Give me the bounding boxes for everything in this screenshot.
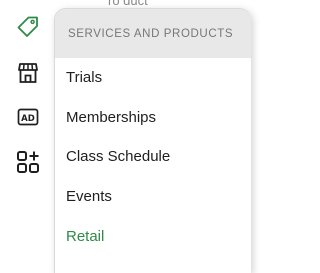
menu-item-retail[interactable]: Retail bbox=[66, 228, 104, 245]
background-text-fragment: ro duct bbox=[108, 0, 148, 8]
menu-item-memberships[interactable]: Memberships bbox=[66, 109, 156, 126]
menu-item-events[interactable]: Events bbox=[66, 188, 112, 205]
services-products-flyout: SERVICES AND PRODUCTS Trials Memberships… bbox=[54, 8, 251, 273]
ad-icon: AD bbox=[16, 105, 40, 129]
menu-item-trials[interactable]: Trials bbox=[66, 69, 102, 86]
storefront-icon bbox=[16, 61, 40, 85]
apps-add-icon bbox=[15, 149, 41, 175]
storefront-nav-button[interactable] bbox=[11, 56, 45, 90]
services-products-nav-button[interactable] bbox=[11, 10, 45, 44]
icon-rail: AD bbox=[0, 0, 56, 272]
menu-item-class-schedule[interactable]: Class Schedule bbox=[66, 148, 170, 165]
apps-nav-button[interactable] bbox=[11, 145, 45, 179]
svg-text:AD: AD bbox=[21, 114, 35, 124]
tag-icon bbox=[15, 14, 41, 40]
flyout-header: SERVICES AND PRODUCTS bbox=[55, 9, 251, 58]
ads-nav-button[interactable]: AD bbox=[11, 100, 45, 134]
